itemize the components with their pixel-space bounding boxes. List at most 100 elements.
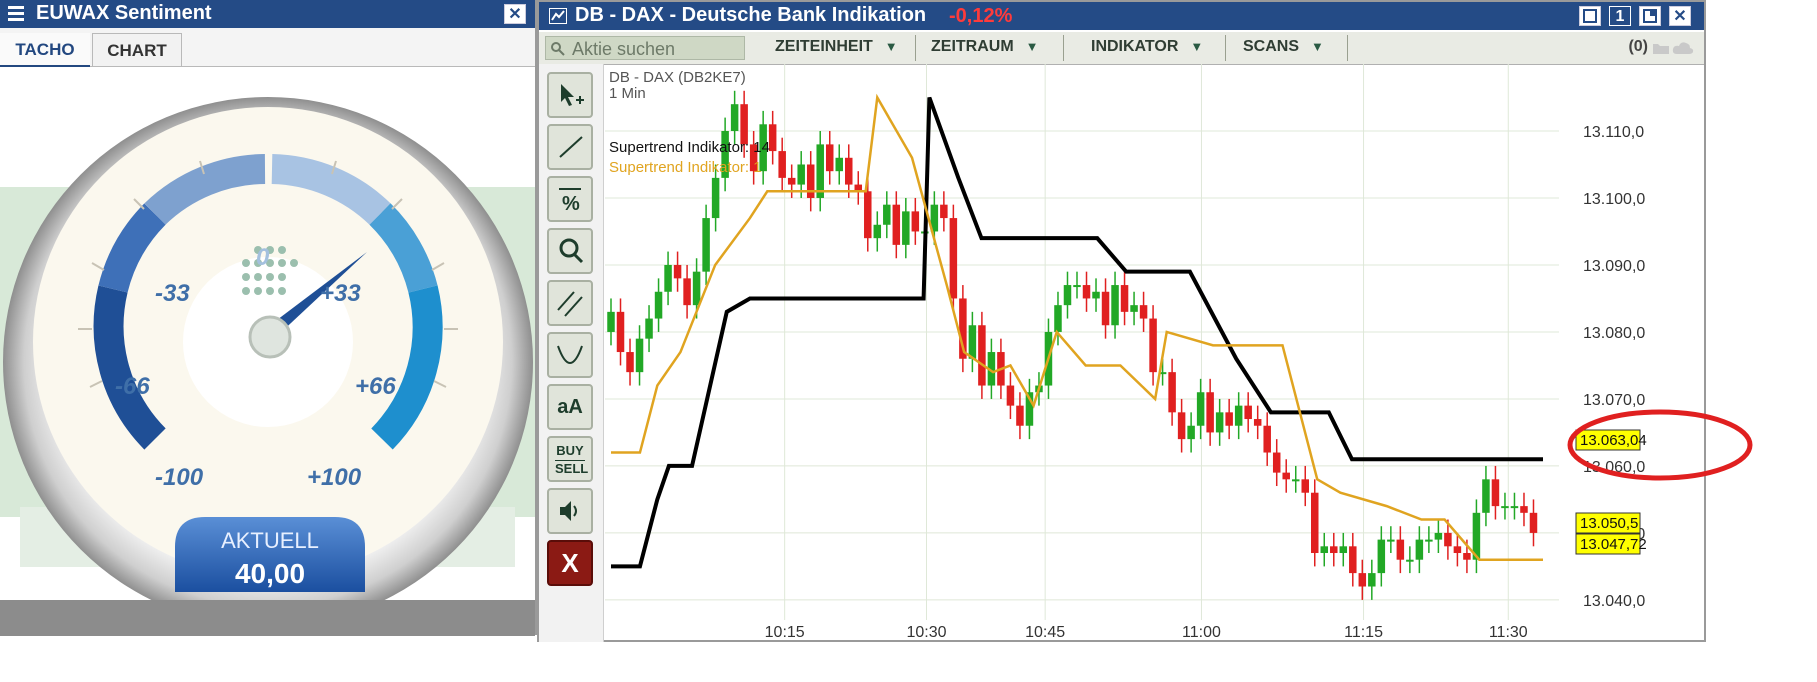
candle bbox=[816, 144, 824, 198]
sentiment-title: EUWAX Sentiment bbox=[36, 2, 212, 24]
candle bbox=[1006, 385, 1015, 406]
y-tick-label: 13.100,0 bbox=[1583, 191, 1645, 208]
candle bbox=[1092, 291, 1100, 299]
candle bbox=[1196, 392, 1205, 426]
menu-icon[interactable] bbox=[8, 6, 24, 22]
candle bbox=[883, 204, 891, 225]
candle bbox=[1177, 412, 1186, 440]
x-tick-label: 10:15 bbox=[765, 624, 805, 641]
candle bbox=[1434, 532, 1443, 540]
candle bbox=[1520, 506, 1528, 513]
gauge-hub bbox=[248, 315, 292, 359]
candle bbox=[1187, 425, 1195, 440]
candle bbox=[1073, 285, 1081, 288]
candle bbox=[902, 211, 910, 245]
candle bbox=[1330, 546, 1338, 554]
candle bbox=[664, 264, 672, 292]
candle bbox=[1482, 479, 1490, 513]
candle bbox=[1253, 419, 1262, 426]
x-tick-label: 10:45 bbox=[1025, 624, 1065, 641]
annotation-circle bbox=[1567, 409, 1753, 481]
gauge-label-minus100: -100 bbox=[155, 464, 204, 491]
candle bbox=[1130, 305, 1138, 312]
candle bbox=[787, 177, 796, 185]
candle bbox=[1244, 405, 1252, 420]
gauge-label-plus66: +66 bbox=[355, 373, 396, 400]
candle bbox=[1510, 506, 1519, 509]
x-tick-label: 11:30 bbox=[1489, 624, 1528, 641]
tab-chart[interactable]: CHART bbox=[92, 33, 182, 66]
candle bbox=[1139, 305, 1148, 319]
candle bbox=[845, 157, 853, 185]
candle bbox=[607, 311, 615, 332]
tab-tacho[interactable]: TACHO bbox=[0, 33, 90, 68]
x-tick-label: 11:15 bbox=[1344, 624, 1383, 641]
candle bbox=[806, 164, 815, 198]
x-tick-label: 10:30 bbox=[906, 624, 946, 641]
current-value-label: AKTUELL bbox=[221, 528, 319, 553]
candle bbox=[1406, 559, 1414, 562]
candle bbox=[968, 325, 977, 359]
candle bbox=[1453, 546, 1462, 554]
candle bbox=[616, 311, 625, 353]
candle bbox=[1501, 506, 1509, 509]
candle bbox=[911, 211, 920, 232]
legend-indicator-1: Supertrend Indikator: 14 bbox=[609, 139, 770, 156]
candle bbox=[730, 104, 739, 131]
y-tick-label: 13.080,0 bbox=[1583, 325, 1645, 342]
gauge-label-plus100: +100 bbox=[307, 464, 362, 491]
candle bbox=[873, 224, 882, 239]
sentiment-footer-spacer bbox=[0, 636, 535, 682]
price-chart[interactable]: 13.040,013.050,013.060,013.070,013.080,0… bbox=[539, 2, 1704, 642]
candle bbox=[1529, 512, 1538, 533]
current-value: 40,00 bbox=[235, 558, 305, 589]
candle bbox=[778, 151, 786, 178]
legend-interval: 1 Min bbox=[609, 85, 646, 102]
candle bbox=[1320, 546, 1329, 554]
legend-indicator-2: Supertrend Indikator: 1 bbox=[609, 159, 762, 176]
sentiment-close-button[interactable]: ✕ bbox=[504, 4, 526, 24]
price-tag-gold: 13.047,72 bbox=[1580, 536, 1647, 553]
y-tick-label: 13.110,0 bbox=[1583, 124, 1644, 141]
candle bbox=[702, 218, 710, 272]
candle bbox=[1282, 472, 1290, 480]
sentiment-panel: EUWAX Sentiment ✕ TACHO CHART -100 -66 -… bbox=[0, 0, 537, 682]
candle bbox=[797, 164, 805, 185]
candle bbox=[1311, 492, 1319, 554]
chart-panel: DB - DAX - Deutsche Bank Indikation -0,1… bbox=[537, 0, 1706, 642]
candle bbox=[1339, 546, 1348, 554]
candle bbox=[645, 318, 653, 339]
candle bbox=[949, 218, 958, 299]
gauge-label-minus33: -33 bbox=[155, 280, 190, 307]
candle bbox=[1444, 532, 1452, 547]
candle bbox=[1272, 452, 1281, 473]
candle bbox=[1301, 479, 1309, 493]
candle bbox=[1234, 405, 1243, 426]
y-tick-label: 13.090,0 bbox=[1583, 258, 1645, 275]
candle bbox=[1291, 479, 1300, 482]
candle bbox=[1387, 539, 1395, 542]
candle bbox=[835, 157, 843, 172]
candle bbox=[1463, 553, 1471, 560]
candle bbox=[683, 278, 691, 306]
candle bbox=[1415, 539, 1424, 560]
candle bbox=[1368, 573, 1376, 587]
candle bbox=[1263, 425, 1271, 453]
candle bbox=[1225, 412, 1233, 426]
candle bbox=[1120, 285, 1129, 312]
candle bbox=[1349, 546, 1357, 574]
candle bbox=[1101, 291, 1110, 326]
candle bbox=[626, 352, 634, 373]
sentiment-footer bbox=[0, 600, 535, 636]
sentiment-tabs: TACHO CHART bbox=[0, 30, 535, 68]
candle bbox=[1377, 539, 1386, 574]
candle bbox=[1215, 412, 1224, 433]
candle bbox=[1206, 392, 1214, 433]
sentiment-titlebar: EUWAX Sentiment ✕ bbox=[0, 0, 535, 28]
candle bbox=[711, 177, 720, 219]
x-tick-label: 11:00 bbox=[1182, 624, 1221, 641]
candle bbox=[692, 271, 701, 306]
candle bbox=[1111, 285, 1119, 326]
candle bbox=[940, 204, 948, 219]
candle bbox=[1396, 539, 1405, 560]
